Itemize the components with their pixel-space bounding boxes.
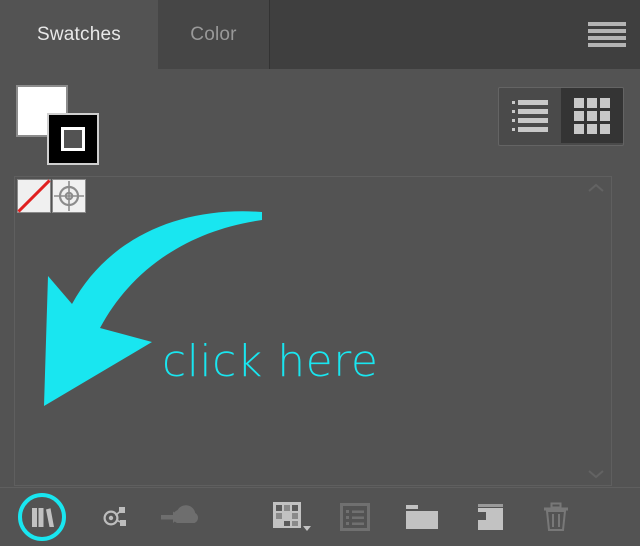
stroke-color-proxy[interactable]	[47, 113, 99, 165]
new-swatch-button[interactable]	[468, 496, 512, 538]
swatch-grid	[17, 179, 87, 213]
scroll-down-arrow[interactable]	[585, 467, 607, 481]
view-mode-toggle	[498, 87, 624, 146]
add-to-library-button[interactable]	[156, 496, 206, 538]
swatch-content-area[interactable]	[14, 176, 612, 486]
color-themes-button[interactable]	[92, 496, 136, 538]
tab-bar-filler	[270, 0, 640, 69]
books-icon	[32, 508, 54, 527]
list-view-button[interactable]	[499, 88, 561, 143]
tab-color-label: Color	[190, 23, 237, 45]
folder-icon	[406, 505, 438, 529]
grid-view-button[interactable]	[561, 88, 623, 143]
hamburger-menu-icon[interactable]	[588, 22, 626, 48]
tab-color[interactable]: Color	[158, 0, 270, 69]
swatch-none[interactable]	[17, 179, 51, 213]
swatch-grid-icon	[273, 502, 311, 531]
delete-swatch-button[interactable]	[534, 496, 578, 538]
grid-view-icon	[574, 97, 610, 134]
swatch-options-list-icon	[340, 503, 370, 531]
list-view-icon	[512, 99, 548, 132]
swatches-bottom-toolbar	[0, 487, 640, 546]
registration-swatch-icon	[54, 181, 84, 211]
tab-swatches-label: Swatches	[37, 23, 121, 45]
trash-icon	[544, 502, 568, 531]
swatches-panel: Swatches Color click here	[0, 0, 640, 546]
swatch-options-button[interactable]	[333, 496, 377, 538]
fill-stroke-proxy-group	[16, 85, 106, 165]
cloud-upload-icon	[161, 505, 199, 523]
panel-tab-bar: Swatches Color	[0, 0, 640, 69]
color-group-node-icon	[103, 507, 126, 526]
swatch-libraries-menu-button[interactable]	[20, 496, 64, 538]
swatch-kinds-menu-button[interactable]	[266, 496, 318, 538]
tab-swatches[interactable]: Swatches	[0, 0, 158, 69]
new-page-icon	[478, 504, 503, 530]
swatch-registration[interactable]	[52, 179, 86, 213]
new-color-group-button[interactable]	[400, 496, 444, 538]
scroll-up-arrow[interactable]	[585, 181, 607, 195]
